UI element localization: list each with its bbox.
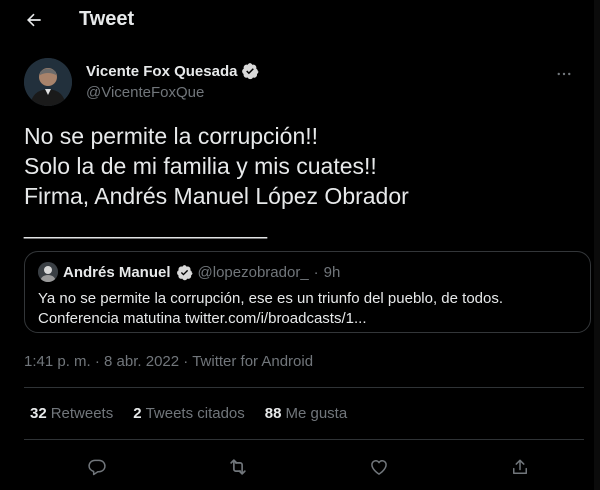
quoted-text-line: Ya no se permite la corrupción, ese es u… [38,290,504,307]
user-avatar-icon [38,262,58,282]
verified-badge-icon [242,63,259,80]
more-horizontal-icon [557,72,571,76]
divider [24,387,584,388]
quoted-author-name[interactable]: Andrés Manuel [63,264,171,281]
likes-count: 88 [264,405,282,422]
reply-icon [88,459,106,476]
tweet-meta: 1:41 p. m. · 8 abr. 2022 · Twitter for A… [24,353,313,370]
share-button[interactable] [505,452,535,482]
separator-dot: · [179,353,193,370]
tweet-text-line: No se permite la corrupción!! [24,123,319,149]
scrollbar[interactable] [594,0,600,490]
quoted-text: Ya no se permite la corrupción, ese es u… [38,289,578,329]
quote-tweets-count: 2 [133,405,142,422]
quote-tweets-label: Tweets citados [145,405,245,422]
tweet-actions [0,452,600,482]
divider [24,439,584,440]
tweet-text-line: Firma, Andrés Manuel López Obrador [24,183,409,209]
avatar[interactable] [24,58,72,106]
reply-button[interactable] [82,452,112,482]
tweet-text: No se permite la corrupción!! Solo la de… [24,121,584,241]
quoted-tweet[interactable]: Andrés Manuel @lopezobrador_ · 9h Ya no … [24,251,591,333]
top-bar: Tweet [0,0,600,40]
tweet-source[interactable]: Twitter for Android [192,353,313,370]
author-handle[interactable]: @VicenteFoxQue [86,84,204,101]
back-button[interactable] [22,8,46,32]
like-button[interactable] [364,452,394,482]
quoted-avatar[interactable] [38,262,58,282]
quoted-timestamp[interactable]: 9h [324,264,341,281]
user-avatar-icon [24,58,72,106]
likes-label: Me gusta [285,405,348,422]
verified-badge-icon [176,264,193,280]
likes-stat[interactable]: 88 Me gusta [265,405,347,422]
arrow-left-icon [27,13,41,27]
tweet-text-line: ___________________ [24,213,268,239]
tweet-author: Vicente Fox Quesada @VicenteFoxQue [24,58,584,108]
tweet-date[interactable]: 8 abr. 2022 [104,353,179,370]
quote-tweets-stat[interactable]: 2 Tweets citados [133,405,245,422]
retweets-label: Retweets [50,405,114,422]
retweets-stat[interactable]: 32 Retweets [30,405,113,422]
like-icon [371,460,387,475]
separator-dot: · [313,263,319,281]
quoted-author-handle[interactable]: @lopezobrador_ [198,264,309,281]
tweet-stats: 32 Retweets 2 Tweets citados 88 Me gusta [30,405,347,422]
share-icon [513,459,527,474]
quoted-text-line: Conferencia matutina twitter.com/i/broad… [38,310,367,327]
separator-dot: · [90,353,105,370]
retweet-button[interactable] [223,452,253,482]
more-options-button[interactable] [554,64,574,84]
retweets-count: 32 [30,405,47,422]
author-name[interactable]: Vicente Fox Quesada [86,63,237,80]
page-title: Tweet [79,8,135,30]
tweet-text-line: Solo la de mi familia y mis cuates!! [24,153,377,179]
tweet-time[interactable]: 1:41 p. m. [24,353,91,370]
retweet-icon [230,459,246,475]
